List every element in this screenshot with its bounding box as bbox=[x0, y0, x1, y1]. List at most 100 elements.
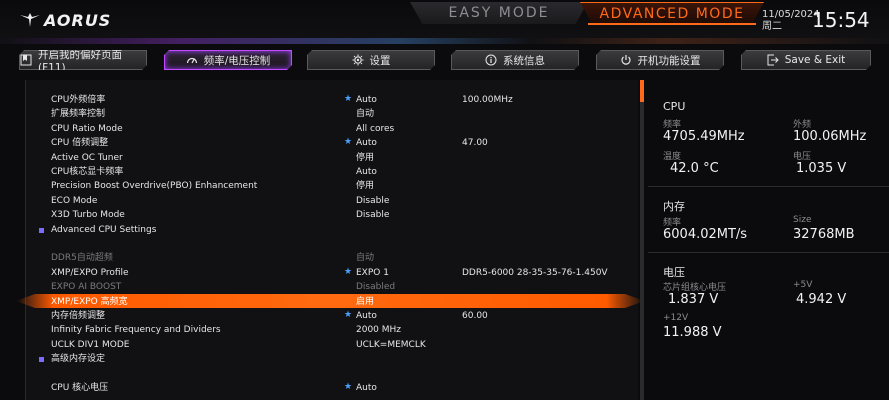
setting-row[interactable]: Precision Boost Overdrive(PBO) Enhanceme… bbox=[26, 179, 638, 193]
submenu-item[interactable]: Advanced CPU Settings bbox=[26, 223, 638, 237]
setting-value[interactable]: All cores bbox=[356, 122, 394, 136]
advanced-mode-button[interactable]: ADVANCED MODE bbox=[580, 2, 764, 25]
setting-value[interactable]: Auto bbox=[356, 309, 377, 323]
p5v-value: 4.942 V bbox=[796, 292, 847, 307]
setting-row[interactable]: CPU 倍频调整 ★ Auto 47.00 bbox=[26, 136, 638, 150]
setting-label: 高级内存设定 bbox=[51, 354, 106, 365]
monitor-divider bbox=[648, 186, 889, 187]
setting-label: X3D Turbo Mode bbox=[51, 210, 125, 221]
tab-system-info-label: 系统信息 bbox=[503, 54, 545, 67]
setting-row[interactable]: 内存倍频调整 ★ Auto 60.00 bbox=[26, 309, 638, 323]
setting-label: CPU 倍频调整 bbox=[51, 138, 109, 149]
setting-row[interactable]: ECO Mode Disable bbox=[26, 194, 638, 208]
spacer-row bbox=[26, 367, 638, 381]
setting-row[interactable]: Active OC Tuner 停用 bbox=[26, 151, 638, 165]
tab-settings-label: 设置 bbox=[369, 54, 391, 67]
setting-row[interactable]: EXPO AI BOOST Disabled bbox=[26, 280, 638, 294]
cpu-temp-value: 42.0 °C bbox=[670, 161, 719, 176]
setting-value[interactable]: UCLK=MEMCLK bbox=[356, 338, 426, 352]
setting-current-value: 60.00 bbox=[462, 311, 488, 321]
setting-current-value: DDR5-6000 28-35-35-76-1.450V bbox=[462, 267, 608, 278]
favorite-star-icon[interactable]: ★ bbox=[344, 380, 352, 394]
monitor-divider bbox=[648, 252, 889, 253]
tab-favorites[interactable]: 开启我的偏好页面 (F11) bbox=[19, 50, 147, 70]
favorite-star-icon[interactable]: ★ bbox=[344, 92, 352, 106]
cpu-bclk-value: 100.06MHz bbox=[793, 129, 867, 144]
tab-frequency-voltage[interactable]: 频率/电压控制 bbox=[164, 50, 292, 70]
favorite-star-icon[interactable]: ★ bbox=[344, 308, 352, 322]
submenu-bullet-icon bbox=[39, 227, 44, 233]
setting-value[interactable]: Auto bbox=[356, 165, 377, 179]
gauge-icon bbox=[186, 54, 198, 66]
setting-value[interactable]: 停用 bbox=[356, 151, 374, 165]
bookmark-icon bbox=[20, 54, 32, 66]
setting-value[interactable]: 停用 bbox=[356, 179, 374, 193]
setting-value[interactable]: Disabled bbox=[356, 280, 395, 294]
setting-row[interactable]: DDR5自动超频 自动 bbox=[26, 251, 638, 265]
setting-value[interactable]: 自动 bbox=[356, 107, 374, 121]
hardware-monitor: CPU 频率 4705.49MHz 外频 100.06MHz 温度 42.0 °… bbox=[648, 80, 889, 400]
power-icon bbox=[620, 54, 632, 66]
setting-label: ECO Mode bbox=[51, 195, 98, 206]
setting-value[interactable]: Disable bbox=[356, 208, 389, 222]
setting-value[interactable]: Auto bbox=[356, 93, 377, 107]
settings-scrollbar[interactable] bbox=[640, 80, 644, 400]
setting-value[interactable]: Auto bbox=[356, 136, 377, 150]
scrollbar-thumb[interactable] bbox=[640, 80, 644, 102]
setting-row[interactable]: Infinity Fabric Frequency and Dividers 20… bbox=[26, 323, 638, 337]
submenu-item[interactable]: 高级内存设定 bbox=[26, 352, 638, 366]
setting-row[interactable]: XMP/EXPO Profile ★ EXPO 1 DDR5-6000 28-35-3… bbox=[26, 266, 638, 280]
setting-row[interactable]: CPU外频倍率 ★ Auto 100.00MHz bbox=[26, 93, 638, 107]
spacer-row bbox=[26, 237, 638, 251]
favorite-star-icon[interactable]: ★ bbox=[344, 265, 352, 279]
mem-size-label: Size bbox=[793, 215, 812, 225]
setting-label: CPU 核心电压 bbox=[51, 383, 109, 393]
easy-mode-button[interactable]: EASY MODE bbox=[410, 2, 588, 24]
tab-boot-label: 开机功能设置 bbox=[637, 54, 701, 67]
monitor-memory-title: 内存 bbox=[663, 200, 685, 213]
setting-label: UCLK DIV1 MODE bbox=[51, 339, 130, 350]
setting-label: DDR5自动超频 bbox=[51, 253, 113, 264]
favorite-star-icon[interactable]: ★ bbox=[344, 135, 352, 149]
p12v-label: +12V bbox=[663, 313, 689, 323]
setting-value[interactable]: Auto bbox=[356, 381, 377, 395]
clock: 15:54 bbox=[812, 8, 870, 32]
chipset-volt-value: 1.837 V bbox=[668, 292, 719, 307]
setting-value[interactable]: 启用 bbox=[356, 295, 374, 309]
date-display: 11/05/2024 周二 bbox=[762, 9, 820, 33]
tab-save-exit[interactable]: Save & Exit bbox=[741, 50, 871, 70]
setting-row[interactable]: CPU 核心电压 ★ Auto bbox=[26, 381, 638, 395]
setting-value[interactable]: Disable bbox=[356, 194, 389, 208]
setting-label: 扩展频率控制 bbox=[51, 109, 106, 120]
tab-settings[interactable]: 设置 bbox=[307, 50, 435, 70]
mem-size-value: 32768MB bbox=[793, 227, 855, 242]
weekday-text: 周二 bbox=[762, 21, 782, 32]
setting-label: XMP/EXPO Profile bbox=[51, 267, 129, 278]
tab-system-info[interactable]: 系统信息 bbox=[451, 50, 579, 70]
setting-label: XMP/EXPO 高频宽 bbox=[51, 296, 128, 307]
setting-row[interactable]: XMP/EXPO 高频宽 启用 bbox=[26, 295, 638, 309]
tab-favorites-label: 开启我的偏好页面 (F11) bbox=[38, 48, 122, 74]
p12v-value: 11.988 V bbox=[663, 325, 722, 340]
setting-value[interactable]: 自动 bbox=[356, 251, 374, 265]
setting-row[interactable]: CPU Ratio Mode All cores bbox=[26, 122, 638, 136]
setting-label: Active OC Tuner bbox=[51, 152, 123, 163]
exit-icon bbox=[767, 54, 779, 66]
aorus-logo: AORUS bbox=[20, 10, 111, 30]
submenu-bullet-icon bbox=[39, 357, 44, 363]
header-light-streak bbox=[0, 38, 889, 44]
settings-panel: CPU外频倍率 ★ Auto 100.00MHz 扩展频率控制 自动 CPU Ratio M… bbox=[16, 80, 644, 400]
setting-label: EXPO AI BOOST bbox=[51, 282, 122, 293]
setting-row[interactable]: UCLK DIV1 MODE UCLK=MEMCLK bbox=[26, 338, 638, 352]
eagle-icon bbox=[20, 13, 40, 27]
setting-value[interactable]: 2000 MHz bbox=[356, 323, 401, 337]
setting-value[interactable]: EXPO 1 bbox=[356, 266, 389, 280]
gear-icon bbox=[352, 54, 364, 66]
setting-row[interactable]: 扩展频率控制 自动 bbox=[26, 107, 638, 121]
setting-label: 内存倍频调整 bbox=[51, 311, 106, 321]
setting-label: CPU外频倍率 bbox=[51, 95, 106, 105]
setting-label: CPU核芯显卡频率 bbox=[51, 167, 124, 177]
setting-row[interactable]: CPU核芯显卡频率 Auto bbox=[26, 165, 638, 179]
tab-boot[interactable]: 开机功能设置 bbox=[596, 50, 724, 70]
setting-row[interactable]: X3D Turbo Mode Disable bbox=[26, 208, 638, 222]
